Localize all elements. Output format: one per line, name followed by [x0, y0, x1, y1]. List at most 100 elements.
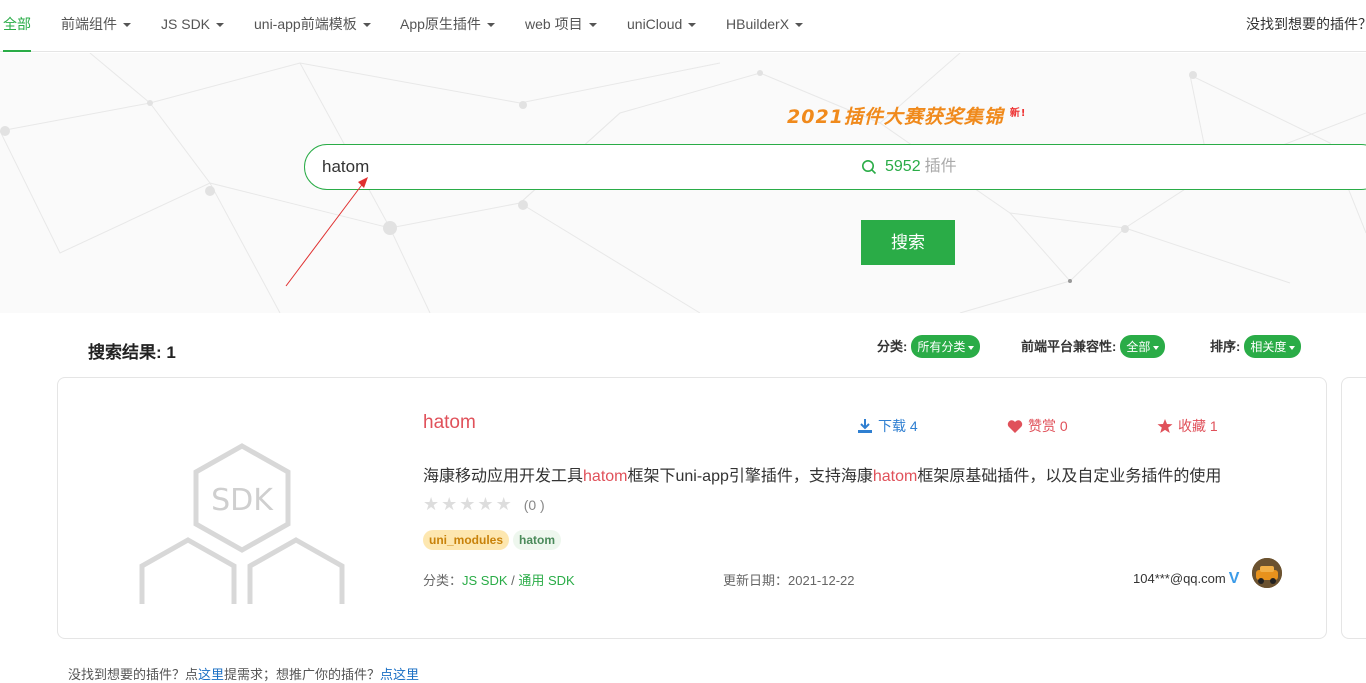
download-count: 下载 4	[878, 418, 918, 434]
rating-star-icon: ★	[459, 494, 476, 514]
new-badge: 新!	[1009, 107, 1027, 119]
star-icon	[1157, 419, 1173, 433]
desc-text: 海康移动应用开发工具	[423, 468, 584, 485]
verified-icon: V	[1228, 570, 1240, 587]
thumb-label: SDK	[211, 483, 274, 518]
footer-text: 提需求；想推广你的插件？	[224, 667, 381, 682]
nav-item-label: web 项目	[525, 16, 583, 32]
nav-item-label: uniCloud	[627, 16, 683, 32]
top-nav: 全部 前端组件 JS SDK uni-app前端模板 App原生插件 web 项…	[0, 0, 1366, 52]
desc-text: 框架下uni-app引擎插件，支持海康	[627, 468, 873, 485]
plugin-category: 分类：JS SDK / 通用 SDK	[423, 570, 575, 589]
like-stat[interactable]: 赞赏 0	[1007, 416, 1068, 436]
sort-dropdown-value: 相关度	[1250, 340, 1287, 354]
nav-item-native-plugins[interactable]: App原生插件	[400, 0, 495, 52]
category-dropdown-value: 所有分类	[917, 340, 966, 354]
plugin-description: 海康移动应用开发工具hatom框架下uni-app引擎插件，支持海康hatom框…	[423, 462, 1221, 486]
nav-item-web-projects[interactable]: web 项目	[525, 0, 597, 52]
category-separator: /	[507, 573, 519, 588]
request-plugin-link[interactable]: 没找到想要的插件？	[1246, 0, 1366, 48]
favorite-count: 收藏 1	[1178, 418, 1218, 434]
avatar[interactable]	[1252, 558, 1282, 588]
search-hero: 2021插件大赛获奖集锦 新! hatom 5952 插件 搜索	[0, 53, 1366, 313]
result-bar: 搜索结果: 1 分类: 所有分类 前端平台兼容性: 全部 排序: 相关度	[0, 330, 1366, 370]
promote-here-link[interactable]: 点这里	[380, 667, 419, 682]
caret-down-icon	[123, 23, 131, 28]
next-card-edge	[1341, 377, 1366, 639]
footer-note: 没找到想要的插件？点这里提需求；想推广你的插件？点这里	[68, 664, 419, 683]
sdk-hexagon-icon: SDK	[139, 443, 345, 604]
platform-filter: 前端平台兼容性: 全部	[1021, 335, 1166, 358]
tag-hatom[interactable]: hatom	[513, 530, 562, 550]
caret-down-icon	[486, 23, 495, 28]
avatar-car-icon	[1252, 558, 1282, 588]
update-date: 更新日期：2021-12-22	[723, 573, 855, 588]
nav-item-label: HBuilderX	[726, 16, 790, 32]
footer-text: 没找到想要的插件？点	[68, 667, 199, 682]
sort-dropdown[interactable]: 相关度	[1244, 335, 1302, 358]
nav-item-templates[interactable]: uni-app前端模板	[254, 0, 371, 52]
category-link-general-sdk[interactable]: 通用 SDK	[518, 573, 574, 588]
caret-down-icon	[1153, 345, 1160, 350]
rating-count: (0 )	[523, 497, 545, 513]
desc-highlight: hatom	[872, 468, 918, 485]
plugin-tags: uni_modules hatom	[423, 530, 565, 550]
nav-item-label: App原生插件	[400, 16, 481, 32]
nav-item-label: 全部	[3, 16, 31, 32]
search-icon	[862, 160, 877, 175]
author-email: 104***@qq.com	[1133, 571, 1226, 586]
result-count-title: 搜索结果: 1	[88, 343, 176, 362]
caret-down-icon	[795, 23, 804, 28]
favorite-stat[interactable]: 收藏 1	[1157, 416, 1218, 436]
desc-highlight: hatom	[583, 468, 628, 485]
nav-item-frontend-components[interactable]: 前端组件	[61, 0, 131, 52]
rating-star-icon: ★	[423, 494, 440, 514]
category-link-js-sdk[interactable]: JS SDK	[462, 573, 508, 588]
category-dropdown[interactable]: 所有分类	[911, 335, 981, 358]
platform-filter-label: 前端平台兼容性:	[1021, 339, 1117, 354]
download-stat[interactable]: 下载 4	[857, 416, 918, 436]
nav-item-label: JS SDK	[161, 16, 211, 32]
sort-filter-label: 排序:	[1210, 339, 1241, 354]
sort-filter: 排序: 相关度	[1210, 335, 1302, 358]
plugin-count-number: 5952	[885, 158, 921, 175]
category-prefix: 分类：	[423, 573, 463, 588]
nav-item-hbuilderx[interactable]: HBuilderX	[726, 0, 804, 52]
heart-icon	[1007, 420, 1023, 433]
author[interactable]: 104***@qq.com V	[1133, 570, 1239, 588]
rating-star-icon: ★	[495, 494, 512, 514]
search-input[interactable]: hatom 5952 插件	[304, 144, 1366, 190]
caret-down-icon	[216, 23, 225, 28]
plugin-title[interactable]: hatom	[423, 412, 476, 434]
nav-item-js-sdk[interactable]: JS SDK	[161, 0, 225, 52]
plugin-count: 5952 插件	[885, 145, 957, 189]
rating: ★ ★ ★ ★ ★ (0 )	[423, 494, 545, 515]
caret-down-icon	[1289, 345, 1296, 350]
search-button[interactable]: 搜索	[861, 220, 955, 265]
search-input-value: hatom	[322, 157, 370, 176]
caret-down-icon	[588, 23, 597, 28]
platform-dropdown-value: 全部	[1126, 340, 1151, 354]
platform-dropdown[interactable]: 全部	[1120, 335, 1166, 358]
caret-down-icon	[968, 345, 975, 350]
nav-item-unicloud[interactable]: uniCloud	[627, 0, 697, 52]
nav-item-all[interactable]: 全部	[3, 0, 31, 52]
category-filter: 分类: 所有分类	[877, 335, 981, 358]
nav-item-label: 前端组件	[61, 16, 117, 32]
caret-down-icon	[688, 23, 697, 28]
banner-text: 2021插件大赛获奖集锦	[787, 106, 1004, 128]
request-here-link[interactable]: 这里	[198, 667, 224, 682]
contest-banner[interactable]: 2021插件大赛获奖集锦 新!	[787, 102, 1026, 129]
category-filter-label: 分类:	[877, 339, 908, 354]
tag-uni-modules[interactable]: uni_modules	[423, 530, 510, 550]
download-icon	[858, 419, 872, 433]
like-count: 赞赏 0	[1028, 418, 1068, 434]
desc-text: 框架原基础插件，以及自定业务插件的使用	[917, 468, 1222, 485]
caret-down-icon	[362, 23, 371, 28]
rating-star-icon: ★	[477, 494, 494, 514]
plugin-card[interactable]: SDK hatom 下载 4 赞赏 0 收藏 1 海康移动应用开发工具hatom…	[57, 377, 1327, 639]
plugin-thumbnail[interactable]: SDK	[138, 438, 348, 604]
nav-item-label: uni-app前端模板	[254, 16, 357, 32]
rating-star-icon: ★	[441, 494, 458, 514]
plugin-count-unit: 插件	[924, 158, 957, 175]
